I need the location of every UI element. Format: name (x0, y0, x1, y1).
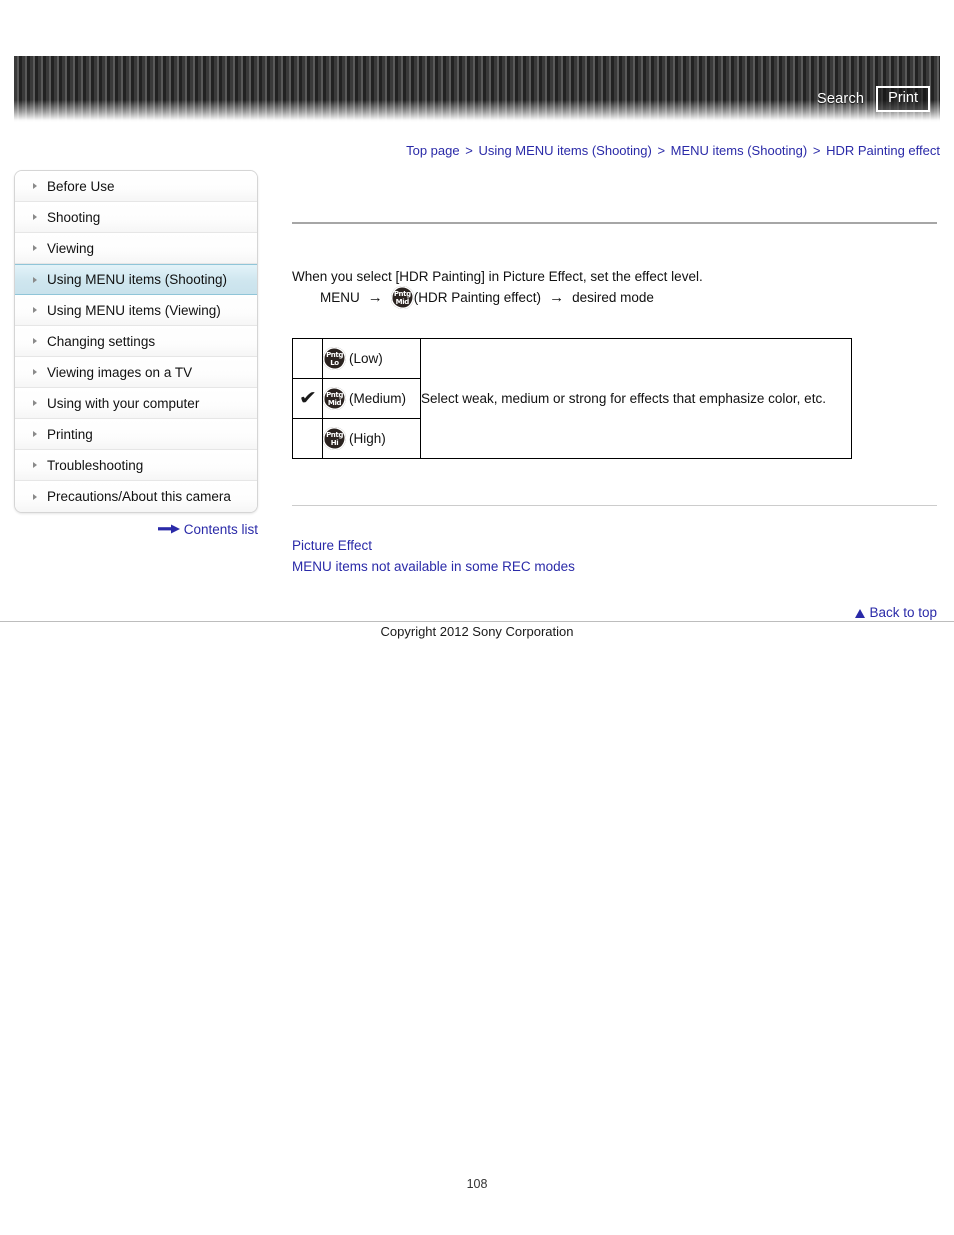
sidebar-item-label: Troubleshooting (47, 457, 144, 473)
sidebar-item-label: Using MENU items (Viewing) (47, 302, 221, 318)
selection-cell-low (292, 338, 323, 379)
mode-icon-line2: Mid (327, 398, 342, 407)
breadcrumb-separator: > (657, 143, 666, 158)
triangle-bullet-icon (33, 462, 37, 468)
menu-label: MENU (320, 290, 360, 305)
copyright-notice: Copyright 2012 Sony Corporation (380, 624, 574, 639)
site-header: Search Print (14, 56, 940, 122)
contents-list-label: Contents list (183, 522, 258, 537)
mode-cell-low: Pntg Lo (Low) (322, 338, 421, 379)
table-row: Pntg Lo (Low) Select weak, medium or str… (292, 338, 852, 459)
hdr-painting-high-icon: Pntg Hi (323, 427, 346, 450)
footer-divider (0, 621, 954, 622)
content-top-divider (292, 222, 937, 224)
related-link-picture-effect[interactable]: Picture Effect (292, 535, 575, 556)
triangle-bullet-icon (33, 245, 37, 251)
related-links: Picture Effect MENU items not available … (292, 535, 575, 577)
breadcrumb-separator: > (465, 143, 473, 158)
triangle-bullet-icon (33, 431, 37, 437)
sidebar-item-label: Before Use (47, 178, 115, 194)
right-arrow-glyph-icon: → (549, 289, 565, 306)
sidebar-item-label: Shooting (47, 209, 101, 225)
back-to-top-link[interactable]: Back to top (0, 605, 937, 620)
mode-icon-line2: Lo (330, 358, 339, 367)
sidebar-item-viewing[interactable]: Viewing (15, 233, 257, 264)
triangle-bullet-icon (33, 338, 37, 344)
sidebar-item-label: Printing (47, 426, 93, 442)
page-number: 108 (466, 1177, 488, 1191)
selection-cell-medium: ✔ (292, 378, 323, 419)
mode-icon-line1: Pntg (326, 430, 343, 439)
right-arrow-glyph-icon: → (367, 289, 383, 306)
header-stripe-pattern (14, 56, 940, 122)
back-to-top-label: Back to top (869, 605, 937, 620)
sidebar-item-precautions-about-this-camera[interactable]: Precautions/About this camera (15, 481, 257, 512)
sidebar-item-label: Viewing images on a TV (47, 364, 193, 380)
sidebar-item-label: Using MENU items (Shooting) (47, 272, 228, 287)
sidebar-item-before-use[interactable]: Before Use (15, 171, 257, 202)
contents-list-link[interactable]: Contents list (14, 522, 258, 538)
breadcrumb-item-using-menu-items-shooting[interactable]: Using MENU items (Shooting) (478, 143, 651, 158)
triangle-bullet-icon (33, 369, 37, 375)
sidebar-item-label: Changing settings (47, 333, 156, 349)
triangle-bullet-icon (33, 214, 37, 220)
sidebar-item-using-menu-items-viewing[interactable]: Using MENU items (Viewing) (15, 295, 257, 326)
mode-icon-line1: Pntg (326, 390, 343, 399)
sidebar-item-label: Precautions/About this camera (47, 489, 231, 504)
sidebar-item-troubleshooting[interactable]: Troubleshooting (15, 450, 257, 481)
breadcrumb-item-top-page[interactable]: Top page (406, 143, 460, 158)
triangle-bullet-icon (33, 183, 37, 189)
mode-icon-line1: Pntg (393, 289, 411, 298)
content-bottom-divider (292, 505, 937, 506)
up-triangle-icon (855, 609, 866, 618)
triangle-bullet-icon (33, 276, 37, 283)
sidebar-item-printing[interactable]: Printing (15, 419, 257, 450)
sidebar-item-using-with-your-computer[interactable]: Using with your computer (15, 388, 257, 419)
mode-label-high: (High) (349, 431, 386, 446)
hdr-painting-medium-icon: Pntg Mid (323, 387, 346, 410)
triangle-bullet-icon (33, 307, 37, 313)
sidebar-navigation: Before Use Shooting Viewing Using MENU i… (14, 170, 258, 513)
sidebar-item-viewing-images-on-a-tv[interactable]: Viewing images on a TV (15, 357, 257, 388)
triangle-bullet-icon (33, 493, 37, 500)
sidebar-item-using-menu-items-shooting[interactable]: Using MENU items (Shooting) (15, 264, 257, 295)
breadcrumb-separator: > (812, 143, 821, 158)
mode-cell-high: Pntg Hi (High) (322, 418, 421, 459)
hdr-painting-low-icon: Pntg Lo (323, 347, 346, 370)
header-actions: Search Print (817, 86, 930, 112)
sidebar-item-label: Using with your computer (47, 395, 200, 411)
selection-cell-high (292, 418, 323, 459)
options-description-cell: Select weak, medium or strong for effect… (420, 338, 852, 459)
breadcrumb: Top page > Using MENU items (Shooting) >… (0, 143, 940, 158)
breadcrumb-item-menu-items-shooting[interactable]: MENU items (Shooting) (671, 143, 808, 158)
breadcrumb-item-hdr-painting-effect[interactable]: HDR Painting effect (826, 143, 940, 158)
sidebar-item-changing-settings[interactable]: Changing settings (15, 326, 257, 357)
sidebar-item-label: Viewing (47, 240, 95, 256)
checkmark-icon: ✔ (298, 387, 317, 409)
right-arrow-icon (157, 522, 180, 537)
hdr-painting-mode-icon: Pntg Mid (390, 286, 414, 309)
intro-paragraph: When you select [HDR Painting] in Pictur… (292, 268, 703, 284)
menu-path-icon-caption: (HDR Painting effect) (413, 290, 542, 305)
mode-label-medium: (Medium) (349, 391, 407, 406)
menu-path-instruction: MENU → Pntg Mid (HDR Painting effect) → … (320, 286, 654, 309)
mode-icon-line2: Hi (330, 438, 339, 447)
search-link[interactable]: Search (817, 91, 864, 107)
mode-label-low: (Low) (349, 351, 383, 366)
related-link-menu-items-not-available[interactable]: MENU items not available in some REC mod… (292, 556, 575, 577)
print-button[interactable]: Print (876, 86, 930, 112)
menu-path-tail-label: desired mode (572, 290, 654, 305)
mode-cell-medium: Pntg Mid (Medium) (322, 378, 421, 419)
sidebar-item-shooting[interactable]: Shooting (15, 202, 257, 233)
mode-icon-line1: Pntg (326, 350, 343, 359)
effect-level-options-table: Pntg Lo (Low) Select weak, medium or str… (292, 338, 852, 459)
mode-icon-line2: Mid (395, 297, 410, 306)
triangle-bullet-icon (33, 400, 37, 406)
